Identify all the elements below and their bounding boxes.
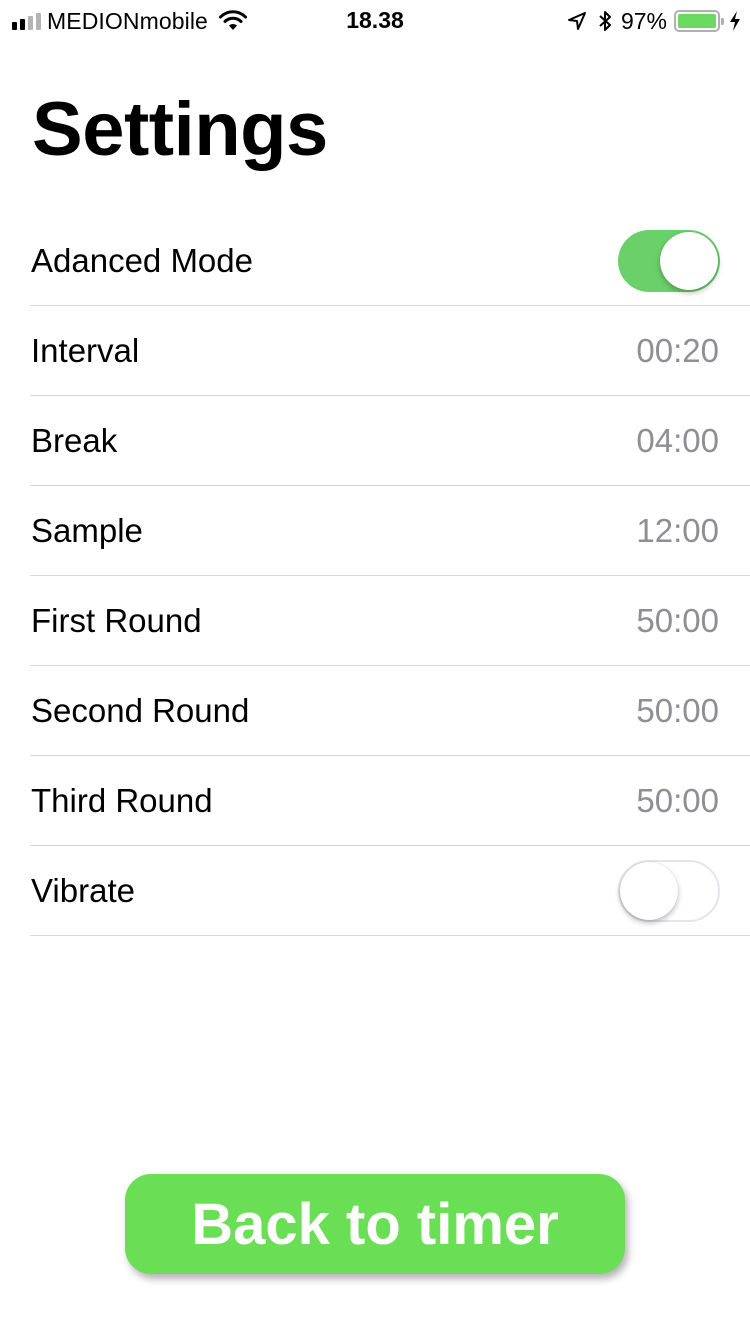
vibrate-label: Vibrate bbox=[31, 871, 135, 909]
sample-value[interactable]: 12:00 bbox=[636, 512, 719, 550]
page-title: Settings bbox=[32, 87, 328, 172]
setting-row-break[interactable]: Break 04:00 bbox=[30, 396, 750, 486]
toggle-knob bbox=[660, 231, 718, 290]
settings-screen: MEDIONmobile 18.38 97% Settings Adanced … bbox=[0, 0, 750, 1334]
second-round-value[interactable]: 50:00 bbox=[636, 692, 719, 730]
advanced-mode-toggle[interactable] bbox=[618, 229, 720, 292]
first-round-value[interactable]: 50:00 bbox=[636, 602, 719, 640]
setting-row-second-round[interactable]: Second Round 50:00 bbox=[30, 666, 750, 756]
first-round-label: First Round bbox=[31, 601, 202, 639]
bluetooth-icon bbox=[599, 11, 611, 31]
location-arrow-icon bbox=[567, 12, 586, 30]
setting-row-third-round[interactable]: Third Round 50:00 bbox=[30, 756, 750, 846]
third-round-label: Third Round bbox=[31, 781, 213, 819]
back-to-timer-button[interactable]: Back to timer bbox=[125, 1174, 625, 1274]
advanced-mode-label: Adanced Mode bbox=[31, 241, 253, 279]
interval-label: Interval bbox=[31, 331, 140, 369]
sample-label: Sample bbox=[31, 511, 143, 549]
setting-row-interval[interactable]: Interval 00:20 bbox=[30, 306, 750, 396]
third-round-value[interactable]: 50:00 bbox=[636, 782, 719, 820]
interval-value[interactable]: 00:20 bbox=[636, 332, 719, 370]
status-bar: MEDIONmobile 18.38 97% bbox=[0, 0, 750, 40]
charging-bolt-icon bbox=[730, 11, 740, 31]
setting-row-vibrate: Vibrate bbox=[30, 846, 750, 936]
battery-icon bbox=[674, 10, 724, 32]
setting-row-sample[interactable]: Sample 12:00 bbox=[30, 486, 750, 576]
status-bar-right: 97% bbox=[567, 7, 742, 35]
battery-percentage: 97% bbox=[620, 7, 667, 34]
toggle-knob bbox=[620, 861, 678, 920]
vibrate-toggle[interactable] bbox=[618, 859, 720, 922]
break-label: Break bbox=[31, 421, 118, 459]
second-round-label: Second Round bbox=[31, 691, 250, 729]
setting-row-advanced-mode: Adanced Mode bbox=[30, 216, 750, 306]
settings-list: Adanced Mode Interval 00:20 Break 04:00 … bbox=[30, 216, 750, 936]
setting-row-first-round[interactable]: First Round 50:00 bbox=[30, 576, 750, 666]
break-value[interactable]: 04:00 bbox=[636, 422, 719, 460]
